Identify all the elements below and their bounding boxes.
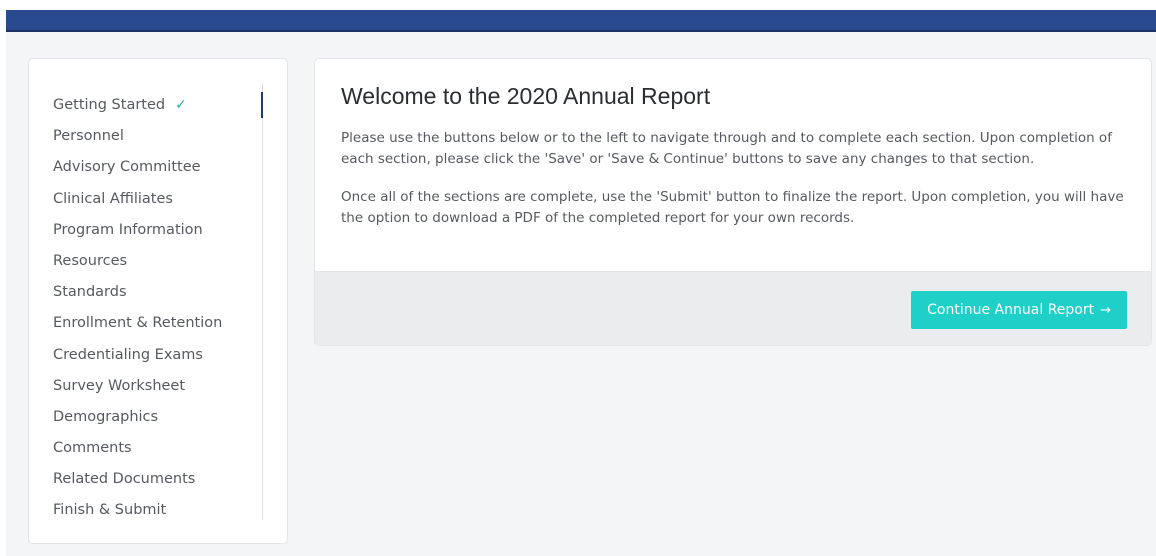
sidebar-item-label: Getting Started: [53, 97, 166, 113]
sidebar-item-label: Clinical Affiliates: [53, 190, 173, 207]
sidebar-item-getting-started[interactable]: Getting Started ✓: [53, 93, 222, 124]
sidebar-rail: [262, 84, 263, 520]
sidebar-item-label: Advisory Committee: [53, 159, 201, 176]
sidebar-item-label: Related Documents: [53, 471, 196, 488]
sidebar-item-label: Personnel: [53, 128, 124, 145]
welcome-card: Welcome to the 2020 Annual Report Please…: [314, 58, 1152, 346]
sidebar-item-clinical-affiliates[interactable]: Clinical Affiliates: [53, 187, 222, 218]
sidebar-item-label: Enrollment & Retention: [53, 315, 223, 332]
sidebar-item-label: Survey Worksheet: [53, 377, 186, 394]
continue-button-label: Continue Annual Report: [927, 302, 1095, 318]
submit-paragraph: Once all of the sections are complete, u…: [341, 189, 1124, 226]
sidebar-item-survey-worksheet[interactable]: Survey Worksheet: [53, 374, 222, 405]
sidebar-nav-list: Getting Started ✓ Personnel Advisory Comm…: [53, 93, 222, 530]
arrow-right-icon: →: [1100, 303, 1111, 318]
page-title: Welcome to the 2020 Annual Report: [341, 83, 711, 109]
page: Getting Started ✓ Personnel Advisory Comm…: [0, 0, 1156, 556]
sidebar-item-comments[interactable]: Comments: [53, 436, 222, 467]
sidebar-item-label: Resources: [53, 252, 128, 269]
sidebar-item-credentialing-exams[interactable]: Credentialing Exams: [53, 343, 222, 374]
sidebar-item-program-information[interactable]: Program Information: [53, 218, 222, 249]
sidebar-navigation: Getting Started ✓ Personnel Advisory Comm…: [28, 58, 288, 544]
sidebar-item-label: Standards: [53, 284, 127, 301]
sidebar-item-label: Credentialing Exams: [53, 346, 203, 363]
sidebar-item-finish-submit[interactable]: Finish & Submit: [53, 498, 222, 529]
sidebar-item-label: Comments: [53, 440, 132, 457]
intro-paragraph: Please use the buttons below or to the l…: [341, 130, 1112, 167]
check-icon: ✓: [175, 97, 187, 113]
card-footer: Continue Annual Report →: [315, 271, 1151, 345]
sidebar-item-label: Finish & Submit: [53, 502, 167, 519]
continue-annual-report-button[interactable]: Continue Annual Report →: [911, 291, 1127, 329]
top-header-bar: [6, 10, 1156, 32]
sidebar-item-demographics[interactable]: Demographics: [53, 405, 222, 436]
sidebar-item-standards[interactable]: Standards: [53, 280, 222, 311]
sidebar-item-personnel[interactable]: Personnel: [53, 124, 222, 155]
sidebar-item-advisory-committee[interactable]: Advisory Committee: [53, 155, 222, 186]
sidebar-item-label: Demographics: [53, 408, 159, 425]
sidebar-item-enrollment-retention[interactable]: Enrollment & Retention: [53, 311, 222, 342]
sidebar-item-related-documents[interactable]: Related Documents: [53, 467, 222, 498]
sidebar-active-indicator: [261, 92, 263, 118]
sidebar-item-label: Program Information: [53, 221, 203, 238]
sidebar-item-resources[interactable]: Resources: [53, 249, 222, 280]
